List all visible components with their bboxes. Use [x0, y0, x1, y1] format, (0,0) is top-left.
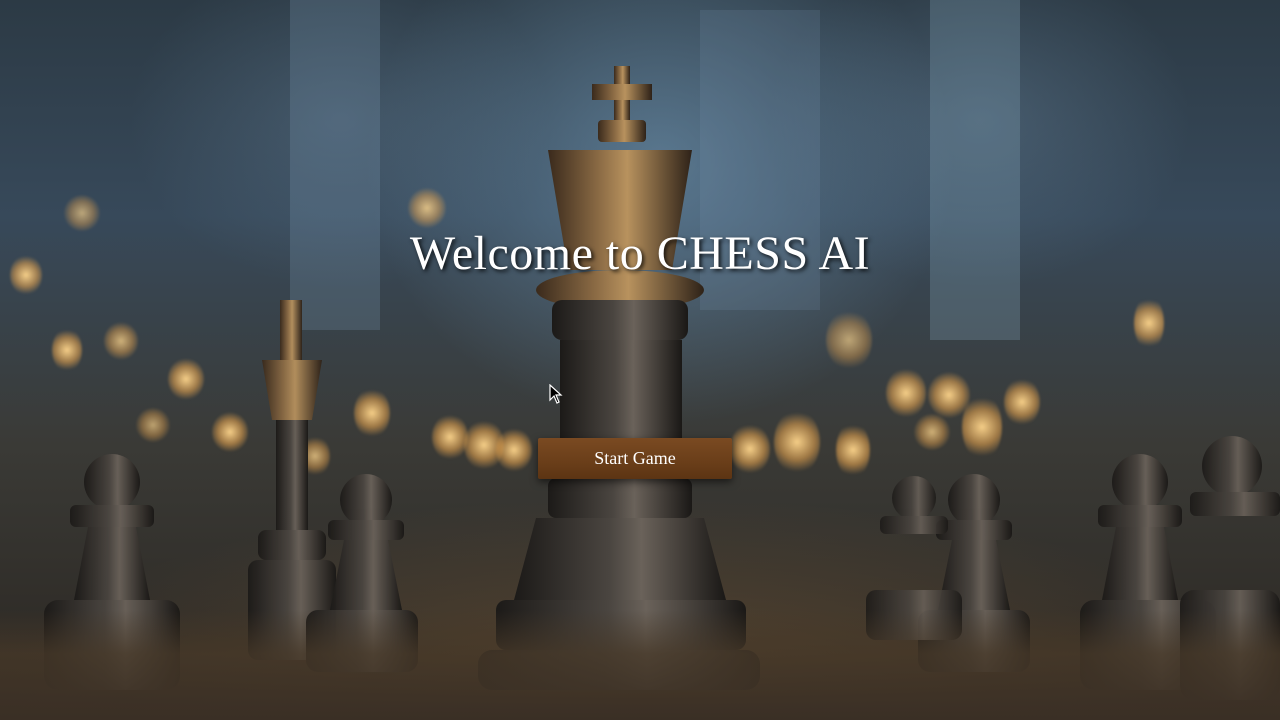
king-piece	[478, 66, 760, 690]
chessboard-floor	[0, 610, 1280, 720]
chessboard-background	[0, 0, 1280, 720]
start-game-button[interactable]: Start Game	[538, 438, 732, 479]
mouse-cursor-icon	[549, 384, 563, 404]
page-title: Welcome to CHESS AI	[409, 227, 871, 280]
welcome-screen: Welcome to CHESS AI Start Game	[0, 0, 1280, 720]
